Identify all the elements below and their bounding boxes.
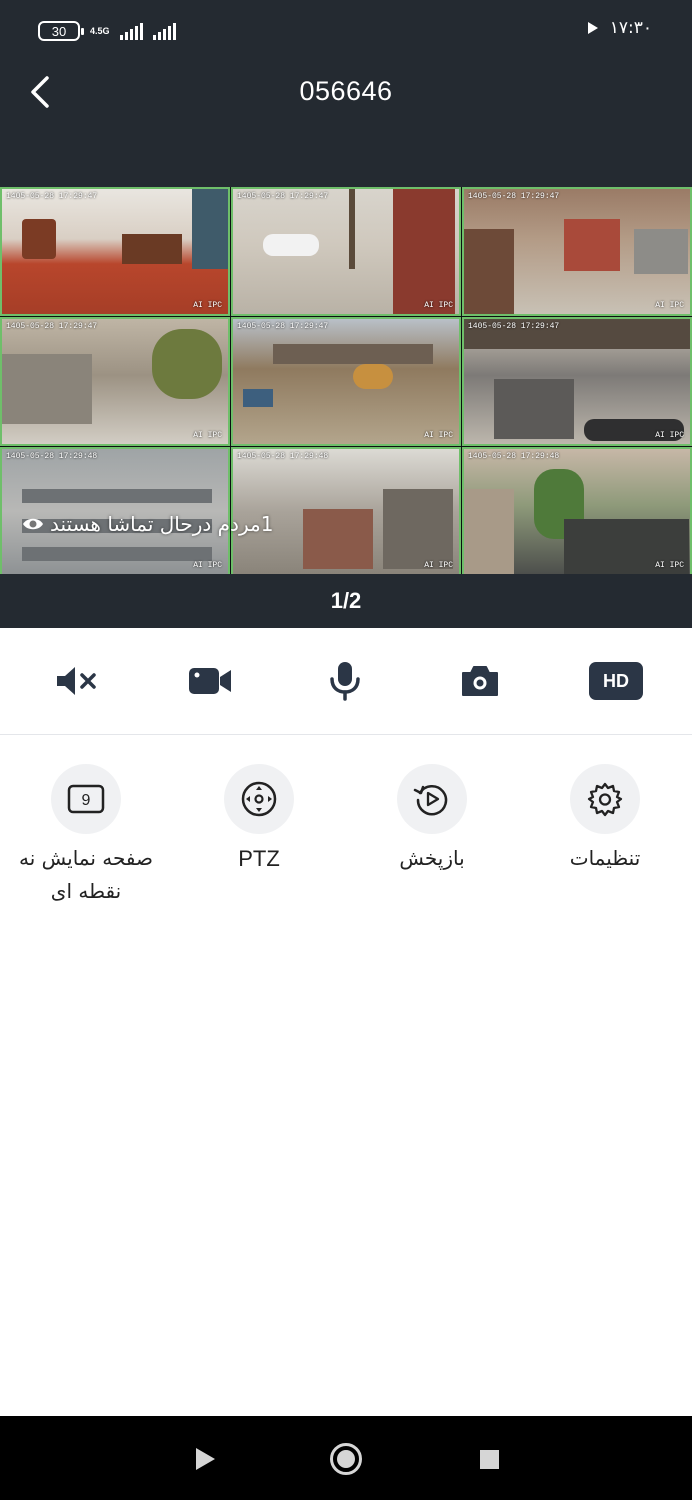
camera-tile[interactable]: 1405-05-28 17:29:47 AI IPC — [0, 317, 230, 446]
settings-label: تنظیمات — [569, 846, 641, 870]
camera-tile[interactable]: 1405-05-28 17:29:48 AI IPC — [462, 447, 692, 576]
camera-watermark: AI IPC — [193, 301, 222, 310]
talk-button[interactable] — [315, 658, 375, 704]
camera-watermark: AI IPC — [424, 561, 453, 570]
camera-watermark: AI IPC — [424, 301, 453, 310]
camera-tile[interactable]: 1405-05-28 17:29:47 AI IPC — [462, 317, 692, 446]
hd-toggle[interactable]: HD — [586, 658, 646, 704]
playback-label: بازپخش — [399, 846, 465, 870]
gear-icon — [570, 764, 640, 834]
ptz-button[interactable]: PTZ — [179, 764, 339, 875]
microphone-icon — [330, 662, 360, 701]
camera-timestamp: 1405-05-28 17:29:47 — [237, 192, 329, 201]
status-time-area: ۱۷:۳۰ — [587, 18, 652, 38]
nine-view-button[interactable]: 9 صفحه نمایش نه نقطه ای — [6, 764, 166, 908]
camera-timestamp: 1405-05-28 17:29:47 — [6, 192, 98, 201]
signal-icon — [119, 22, 143, 40]
camera-timestamp: 1405-05-28 17:29:47 — [6, 322, 98, 331]
snapshot-button[interactable] — [450, 658, 510, 704]
hd-label: HD — [589, 662, 643, 700]
nav-recents-icon[interactable] — [480, 1450, 499, 1469]
snapshot-camera-icon — [462, 666, 498, 696]
signal-icon-2 — [152, 22, 176, 40]
ptz-label: PTZ — [238, 846, 280, 871]
battery-level: 30 — [51, 23, 67, 39]
playback-button[interactable]: بازپخش — [352, 764, 512, 875]
camera-watermark: AI IPC — [193, 431, 222, 440]
camera-tile[interactable]: 1405-05-28 17:29:47 AI IPC — [231, 187, 461, 316]
mute-button[interactable] — [46, 658, 106, 704]
divider — [0, 734, 692, 735]
eye-icon — [23, 518, 43, 530]
page-indicator: 1/2 — [0, 574, 692, 628]
nav-home-icon[interactable] — [330, 1443, 362, 1475]
record-button[interactable] — [180, 658, 240, 704]
camera-timestamp: 1405-05-28 17:29:47 — [237, 322, 329, 331]
camera-timestamp: 1405-05-28 17:29:48 — [468, 452, 560, 461]
play-store-icon — [587, 22, 598, 34]
camera-timestamp: 1405-05-28 17:29:48 — [6, 452, 98, 461]
settings-button[interactable]: تنظیمات — [525, 764, 685, 875]
status-indicators: 30 4.5G — [38, 21, 176, 41]
page-title: 056646 — [299, 76, 393, 106]
camera-tile[interactable]: 1405-05-28 17:29:47 AI IPC — [231, 317, 461, 446]
camera-watermark: AI IPC — [655, 301, 684, 310]
control-toolbar: HD — [0, 628, 692, 734]
mute-icon — [57, 667, 96, 695]
nav-back-icon[interactable] — [196, 1448, 215, 1470]
network-type: 4.5G — [90, 25, 110, 36]
camera-watermark: AI IPC — [655, 561, 684, 570]
camera-watermark: AI IPC — [655, 431, 684, 440]
ptz-icon — [224, 764, 294, 834]
clock: ۱۷:۳۰ — [609, 18, 652, 38]
system-nav-bar — [0, 1416, 692, 1500]
camera-watermark: AI IPC — [424, 431, 453, 440]
viewer-count-text: 1مردم درحال تماشا هستند — [50, 512, 274, 536]
camera-timestamp: 1405-05-28 17:29:48 — [237, 452, 329, 461]
nine-view-digit: 9 — [82, 792, 91, 809]
playback-icon — [397, 764, 467, 834]
camera-tile[interactable]: 1405-05-28 17:29:47 AI IPC — [462, 187, 692, 316]
top-bar: 30 4.5G ۱۷:۳۰ 056646 — [0, 0, 692, 187]
battery-icon: 30 — [38, 21, 84, 41]
nine-view-label: صفحه نمایش نه نقطه ای — [18, 846, 154, 903]
nine-view-icon: 9 — [51, 764, 121, 834]
camera-timestamp: 1405-05-28 17:29:47 — [468, 322, 560, 331]
camera-tile[interactable]: 1405-05-28 17:29:47 AI IPC — [0, 187, 230, 316]
camera-timestamp: 1405-05-28 17:29:47 — [468, 192, 560, 201]
record-video-icon — [189, 668, 231, 694]
camera-watermark: AI IPC — [193, 561, 222, 570]
viewer-count: 1مردم درحال تماشا هستند — [22, 512, 273, 536]
